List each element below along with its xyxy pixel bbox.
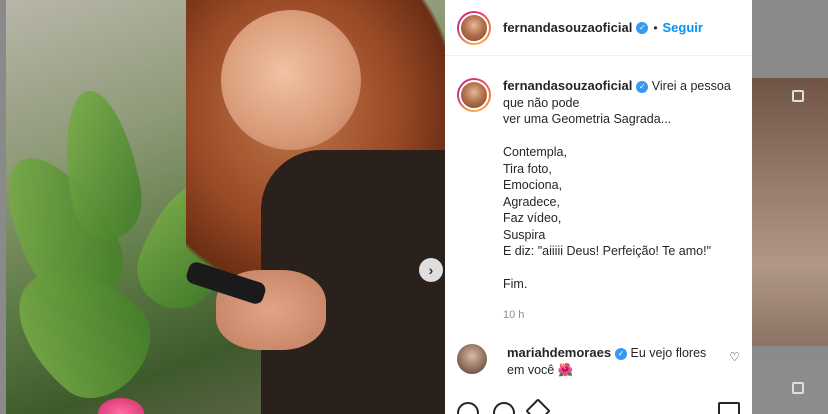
caption-line: Faz vídeo, xyxy=(503,211,562,225)
caption-line: Emociona, xyxy=(503,178,563,192)
pink-flower xyxy=(98,398,144,414)
avatar[interactable] xyxy=(457,10,491,45)
verified-badge-icon: ✓ xyxy=(636,80,649,93)
face xyxy=(221,10,361,150)
comment-body: mariahdemoraes ✓ Eu vejo flores em você 🌺 xyxy=(507,344,722,379)
caption: fernandasouzaoficial ✓ Virei a pessoa que… xyxy=(445,56,752,323)
caption-line: ver uma Geometria Sagrada... xyxy=(503,112,672,126)
post-timestamp: 10 h xyxy=(503,308,525,321)
carousel-icon xyxy=(792,90,804,102)
carousel-icon xyxy=(792,382,804,394)
author-username[interactable]: fernandasouzaoficial xyxy=(503,20,632,35)
paper-plane-icon[interactable] xyxy=(525,398,551,414)
caption-line: Suspira xyxy=(503,227,546,242)
caption-line: que não pode xyxy=(503,95,580,110)
separator-dot: • xyxy=(653,20,658,35)
caption-line: Contempla, xyxy=(503,145,567,159)
flower-emoji-icon: 🌺 xyxy=(557,363,574,377)
caption-line: E diz: "aiiiii Deus! Perfeição! Te amo!" xyxy=(503,244,712,258)
verified-badge-icon: ✓ xyxy=(615,347,628,360)
background-post-thumbnail xyxy=(752,362,828,414)
caption-username[interactable]: fernandasouzaoficial xyxy=(503,78,632,93)
follow-button[interactable]: Seguir xyxy=(663,20,703,35)
post-details-panel: fernandasouzaoficial ✓ • Seguir fernanda… xyxy=(445,0,752,414)
action-bar xyxy=(457,398,740,414)
commenter-username[interactable]: mariahdemoraes xyxy=(507,345,611,360)
background-post-thumbnail xyxy=(752,78,828,346)
caption-text: Virei a pessoa xyxy=(651,79,731,93)
caption-line: Tira foto, xyxy=(503,161,552,176)
heart-icon[interactable] xyxy=(457,402,479,414)
caption-blank xyxy=(503,260,740,277)
post-photo[interactable]: › xyxy=(6,0,445,414)
chevron-right-icon[interactable]: › xyxy=(419,258,443,282)
caption-body: fernandasouzaoficial ✓ Virei a pessoa que… xyxy=(503,78,740,323)
avatar[interactable] xyxy=(457,78,491,112)
caption-line: Fim. xyxy=(503,277,528,291)
heart-icon[interactable]: ♡ xyxy=(729,350,740,364)
comment-item: mariahdemoraes ✓ Eu vejo flores em você 🌺 xyxy=(457,344,742,379)
caption-blank xyxy=(503,128,740,145)
bookmark-icon[interactable] xyxy=(718,402,740,414)
post-header: fernandasouzaoficial ✓ • Seguir xyxy=(445,0,752,56)
caption-line: fernandasouzaoficial ✓ Virei a pessoa xyxy=(503,78,740,95)
verified-badge-icon: ✓ xyxy=(636,21,649,34)
caption-line: Agradece, xyxy=(503,194,560,209)
commenter-avatar[interactable] xyxy=(457,344,487,374)
comment-icon[interactable] xyxy=(493,402,515,414)
